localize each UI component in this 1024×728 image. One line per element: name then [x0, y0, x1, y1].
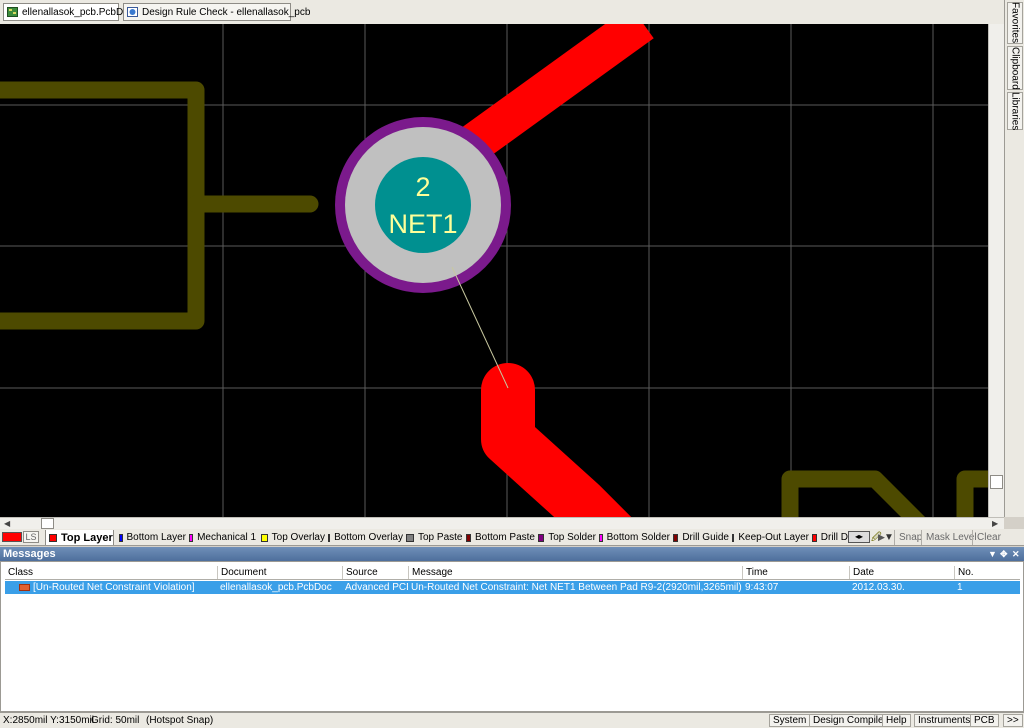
panel-menu-icon[interactable]: ▼: [988, 547, 997, 561]
layer-color-swatch: [328, 533, 331, 542]
layer-tab-top-layer[interactable]: Top Layer: [45, 530, 114, 545]
layer-tab-bottom-layer[interactable]: Bottom Layer: [116, 530, 186, 545]
layer-tab-top-solder[interactable]: Top Solder: [535, 530, 596, 545]
layer-tab-drill-drawing[interactable]: Drill D: [809, 530, 848, 545]
libraries-panel-tab[interactable]: Libraries: [1007, 92, 1023, 130]
layer-tab-top-paste[interactable]: Top Paste: [403, 530, 463, 545]
pcb-drawing: 2 NET1: [0, 24, 988, 517]
layer-color-swatch: [119, 533, 123, 542]
pcb-document-icon: [7, 7, 18, 17]
layer-color-swatch: [599, 533, 603, 542]
favorites-panel-tab[interactable]: Favorites: [1007, 2, 1023, 44]
messages-panel: Class Document Source Message Time Date …: [0, 561, 1024, 712]
message-time: 9:43:07: [745, 582, 779, 593]
horizontal-scrollbar[interactable]: ◀ ▶: [0, 517, 1004, 529]
layer-tab-drill-guide[interactable]: Drill Guide: [670, 530, 729, 545]
message-document: ellenallasok_pcb.PcbDoc: [220, 582, 332, 593]
layer-color-swatch: [261, 533, 268, 542]
layer-tab-top-overlay[interactable]: Top Overlay: [258, 530, 325, 545]
layer-color-swatch: [673, 533, 679, 542]
message-source: Advanced PCB: [345, 582, 408, 593]
layer-scroll-icon[interactable]: ◂▸: [848, 531, 870, 543]
layer-tab-keep-out-layer[interactable]: Keep-Out Layer: [729, 530, 809, 545]
design-compiler-button[interactable]: Design Compiler: [809, 714, 891, 727]
violation-icon: [19, 583, 30, 591]
layer-color-swatch: [466, 533, 471, 542]
scroll-right-icon[interactable]: ▶: [992, 518, 998, 529]
top-track-lower: [481, 363, 632, 517]
tab-label: ellenallasok_pcb.PcbDoc: [22, 6, 134, 18]
vertical-scrollbar[interactable]: [988, 24, 1004, 517]
close-icon[interactable]: ✕: [1012, 547, 1020, 561]
layer-tab-mechanical-1[interactable]: Mechanical 1: [186, 530, 256, 545]
more-panels-button[interactable]: >>: [1003, 714, 1023, 727]
help-button[interactable]: Help: [882, 714, 911, 727]
layer-color-swatch: [812, 533, 817, 542]
message-text: Un-Routed Net Constraint: Net NET1 Betwe…: [411, 582, 742, 593]
messages-panel-header: Messages ▼ ✥ ✕: [0, 547, 1024, 561]
filter-icon[interactable]: ▼: [884, 530, 894, 545]
document-tab-bar: ellenallasok_pcb.PcbDoc Design Rule Chec…: [0, 0, 1004, 25]
top-track-upper: [450, 24, 654, 169]
layer-color-swatch: [189, 533, 194, 542]
snap-mode: (Hotspot Snap): [146, 715, 214, 726]
pad-net-label: NET1: [388, 209, 457, 239]
column-date[interactable]: Date: [849, 566, 954, 579]
vertical-scroll-thumb[interactable]: [990, 475, 1003, 489]
message-class: [Un-Routed Net Constraint Violation]: [5, 581, 217, 594]
pin-icon[interactable]: ✥: [1000, 547, 1008, 561]
layer-tab-bottom-overlay[interactable]: Bottom Overlay: [325, 530, 403, 545]
messages-column-headers: Class Document Source Message Time Date …: [5, 566, 1020, 580]
clipboard-panel-tab[interactable]: Clipboard: [1007, 46, 1023, 90]
pad-number: 2: [415, 172, 430, 202]
layer-color-swatch: [49, 533, 57, 542]
message-row[interactable]: [Un-Routed Net Constraint Violation] ell…: [5, 581, 1020, 594]
column-time[interactable]: Time: [742, 566, 849, 579]
clear-button[interactable]: Clear: [972, 530, 1005, 545]
column-source[interactable]: Source: [342, 566, 408, 579]
column-message[interactable]: Message: [408, 566, 742, 579]
layer-color-swatch: [406, 533, 414, 542]
instruments-button[interactable]: Instruments: [914, 714, 975, 727]
layer-color-swatch: [732, 533, 735, 542]
message-no: 1: [957, 582, 963, 593]
tab-pcb-document[interactable]: ellenallasok_pcb.PcbDoc: [3, 3, 134, 21]
scroll-left-icon[interactable]: ◀: [4, 518, 10, 529]
tab-drc-report[interactable]: Design Rule Check - ellenallasok_pcb: [123, 3, 310, 21]
column-class[interactable]: Class: [5, 566, 217, 579]
status-bar: X:2850mil Y:3150mil Grid: 50mil (Hotspot…: [0, 712, 1024, 728]
column-no[interactable]: No.: [954, 566, 1020, 579]
tab-label: Design Rule Check - ellenallasok_pcb: [142, 6, 311, 18]
pcb-canvas[interactable]: 2 NET1: [0, 24, 988, 517]
current-layer-color[interactable]: [2, 532, 22, 542]
messages-panel-title: Messages: [3, 548, 56, 560]
side-panel-bar: Favorites Clipboard Libraries: [1004, 0, 1024, 517]
cursor-coordinates: X:2850mil Y:3150mil: [3, 715, 94, 726]
drc-report-icon: [127, 7, 138, 17]
grid-size: Grid: 50mil: [91, 715, 140, 726]
layer-tab-bottom-solder[interactable]: Bottom Solder: [596, 530, 670, 545]
system-button[interactable]: System: [769, 714, 811, 727]
layer-tab-bottom-paste[interactable]: Bottom Paste: [463, 530, 535, 545]
pcb-button[interactable]: PCB: [970, 714, 999, 727]
layer-color-swatch: [538, 533, 545, 542]
horizontal-scroll-thumb[interactable]: [41, 518, 54, 529]
column-document[interactable]: Document: [217, 566, 342, 579]
message-date: 2012.03.30.: [852, 582, 905, 593]
layer-tab-bar: LS Top Layer Bottom Layer Mechanical 1 T…: [0, 529, 1024, 546]
layer-set-button[interactable]: LS: [23, 531, 39, 543]
ratsnest-line: [451, 266, 509, 389]
